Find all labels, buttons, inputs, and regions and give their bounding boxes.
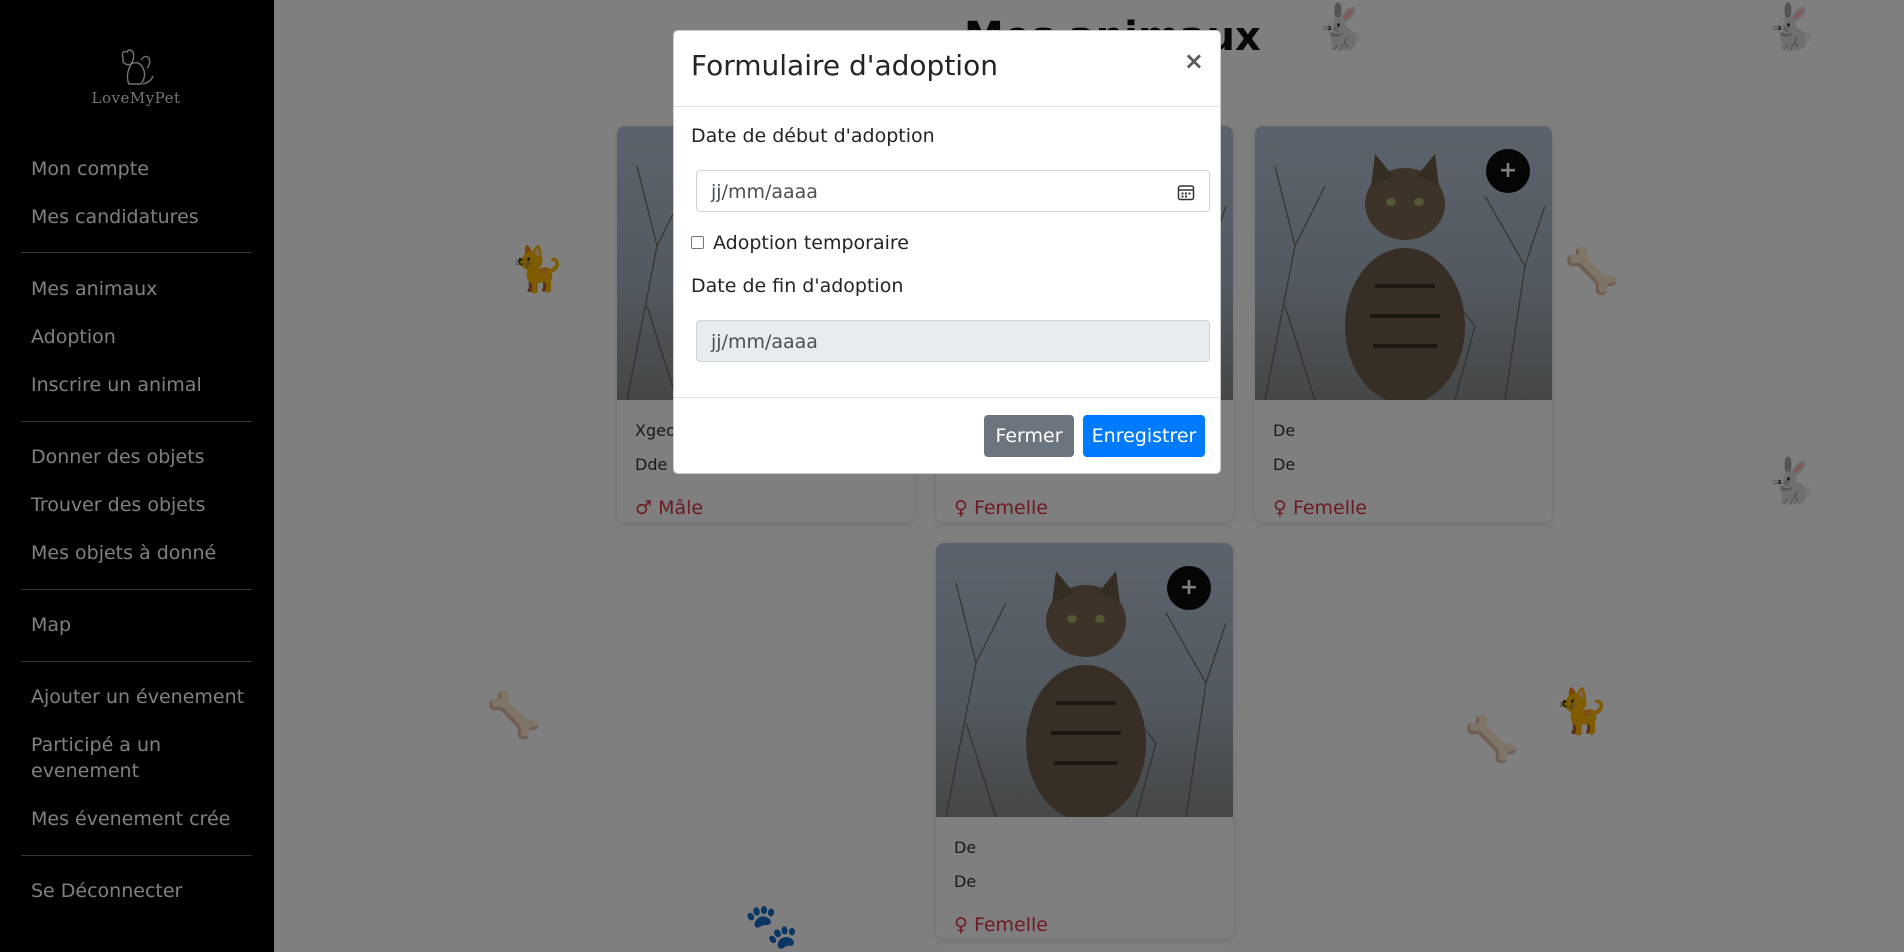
close-icon[interactable]: ×	[1184, 49, 1204, 73]
temporary-adoption-checkbox[interactable]	[691, 236, 704, 249]
modal-title: Formulaire d'adoption	[691, 49, 998, 82]
calendar-icon[interactable]	[1177, 183, 1195, 201]
start-date-input[interactable]: jj/mm/aaaa	[696, 170, 1210, 212]
start-date-placeholder: jj/mm/aaaa	[711, 181, 818, 203]
adoption-modal: Formulaire d'adoption × Date de début d'…	[673, 30, 1221, 474]
close-button[interactable]: Fermer	[984, 415, 1074, 457]
end-date-placeholder: jj/mm/aaaa	[711, 331, 818, 353]
modal-header: Formulaire d'adoption ×	[674, 31, 1220, 107]
modal-footer-divider	[674, 397, 1220, 398]
save-button[interactable]: Enregistrer	[1083, 415, 1205, 457]
end-date-label: Date de fin d'adoption	[691, 275, 904, 297]
end-date-input: jj/mm/aaaa	[696, 320, 1210, 362]
start-date-label: Date de début d'adoption	[691, 125, 935, 147]
temporary-adoption-label[interactable]: Adoption temporaire	[713, 232, 909, 254]
